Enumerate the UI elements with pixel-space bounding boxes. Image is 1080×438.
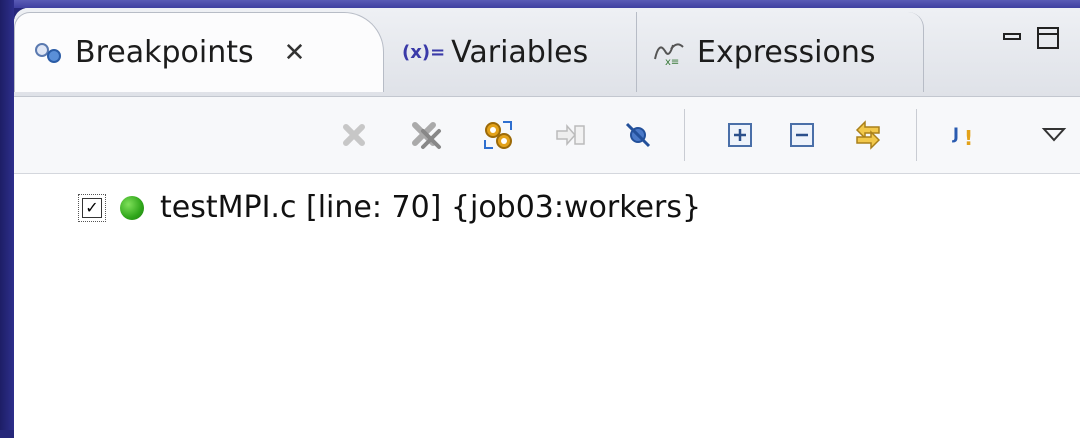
tab-label: Expressions: [697, 34, 876, 70]
remove-icon[interactable]: [334, 115, 374, 155]
check-icon: ✓: [82, 197, 102, 218]
breakpoints-icon: [33, 41, 65, 65]
breakpoint-checkbox[interactable]: ✓: [78, 193, 106, 222]
maximize-icon[interactable]: [1036, 26, 1060, 56]
view-menu-icon[interactable]: [1034, 115, 1074, 155]
expressions-icon: x≡: [651, 37, 687, 67]
java-exception-icon[interactable]: J!: [944, 115, 984, 155]
tab-variables[interactable]: (x)= Variables: [402, 12, 588, 92]
svg-text:!: !: [964, 126, 973, 150]
breakpoint-label: testMPI.c [line: 70] {job03:workers}: [160, 190, 702, 225]
remove-all-icon[interactable]: [406, 115, 446, 155]
collapse-all-icon[interactable]: [782, 115, 822, 155]
variables-icon: (x)=: [402, 41, 446, 63]
go-to-file-icon[interactable]: [550, 115, 590, 155]
window-top-border: [0, 0, 1080, 8]
close-icon[interactable]: ✕: [284, 38, 306, 68]
toolbar-separator: [684, 109, 685, 161]
tab-expressions[interactable]: x≡ Expressions: [636, 12, 924, 92]
minimize-icon[interactable]: [1002, 26, 1022, 54]
breakpoints-view: Breakpoints ✕ (x)= Variables x≡ Expressi…: [14, 8, 1080, 438]
expand-all-icon[interactable]: [720, 115, 760, 155]
skip-all-icon[interactable]: [478, 115, 518, 155]
enabled-breakpoint-icon: [120, 195, 144, 220]
tab-label: Breakpoints: [75, 35, 254, 70]
list-item[interactable]: ✓ testMPI.c [line: 70] {job03:workers}: [78, 190, 701, 225]
tab-label: Variables: [451, 34, 589, 70]
tab-bar: Breakpoints ✕ (x)= Variables x≡ Expressi…: [14, 8, 1080, 97]
link-with-debug-icon[interactable]: [848, 115, 888, 155]
tab-breakpoints[interactable]: Breakpoints ✕: [14, 12, 384, 92]
breakpoints-list: ✓ testMPI.c [line: 70] {job03:workers}: [14, 174, 1080, 438]
skip-breakpoints-icon[interactable]: [618, 115, 658, 155]
window-left-border: [0, 0, 14, 430]
svg-text:x≡: x≡: [665, 57, 679, 67]
view-toolbar: J!: [14, 97, 1080, 174]
svg-text:J: J: [952, 124, 959, 143]
toolbar-separator: [916, 109, 917, 161]
